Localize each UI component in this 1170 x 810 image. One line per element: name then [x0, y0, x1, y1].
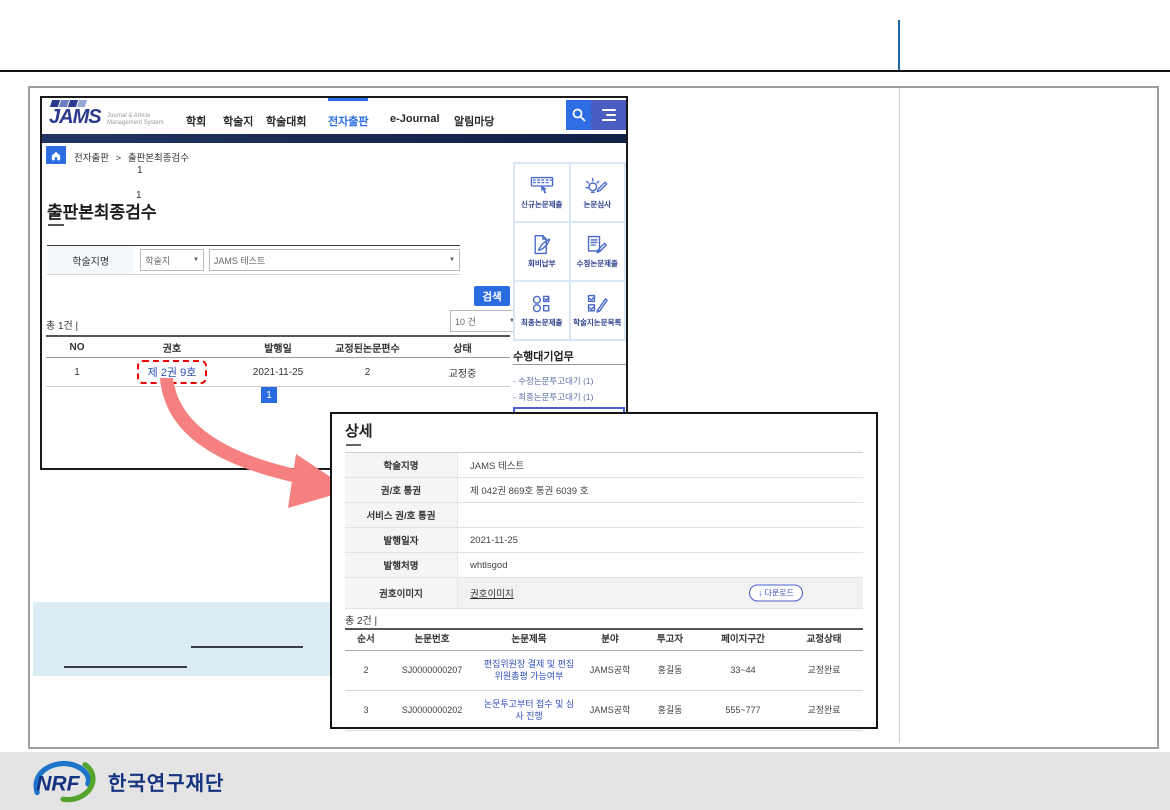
paper-feather-icon [530, 234, 554, 256]
task-final-waiting[interactable]: - 최종논문투고대기 (1) [513, 391, 594, 403]
quick-menu-revised-submission[interactable]: 수정논문제출 [571, 223, 625, 280]
article-title-link[interactable]: 편집위원장 결제 및 편집위원총평 가능여부 [477, 659, 581, 682]
hamburger-icon [602, 109, 616, 111]
col-field: 분야 [581, 634, 639, 646]
breadcrumb-page: 출판본최종검수 [128, 153, 189, 164]
issue-image-link[interactable]: 권호이미지 [470, 586, 514, 600]
articles-header-row: 순서 논문번호 논문제목 분야 투고자 페이지구간 교정상태 [345, 628, 863, 651]
note-box [33, 602, 333, 676]
quick-menu-membership-fee[interactable]: 회비납부 [515, 223, 569, 280]
breadcrumb-section[interactable]: 전자출판 [74, 153, 109, 164]
quick-menu-final-submission[interactable]: 최종논문제출 [515, 282, 569, 339]
search-icon [571, 107, 587, 123]
col-article-no: 논문번호 [387, 634, 477, 646]
header-navy-strip [42, 134, 626, 143]
journal-type-select[interactable]: 학술지 ▼ [140, 249, 204, 271]
detail-row: 서비스 권/호 통권 [345, 503, 863, 528]
detail-row: 학술지명JAMS 테스트 [345, 453, 863, 478]
article-title-link[interactable]: 논문투고부터 접수 및 심사 진행 [477, 699, 581, 722]
chevron-down-icon: ▼ [193, 257, 199, 263]
col-corrected-count: 교정된논문편수 [320, 340, 415, 355]
popup-title-underline [346, 444, 361, 446]
page-title-underline [48, 224, 64, 226]
detail-row: 발행처명whtlsgod [345, 553, 863, 578]
detail-table: 학술지명JAMS 테스트 권/호 통권제 042권 869호 통권 6039 호… [345, 452, 863, 609]
search-button[interactable] [566, 100, 591, 130]
cell-pubdate: 2021-11-25 [236, 367, 320, 378]
document-pencil-icon [585, 234, 609, 256]
detail-row-image: 권호이미지 권호이미지 ↓ 다운로드 [345, 578, 863, 609]
column-divider [899, 88, 900, 743]
hamburger-menu-button[interactable] [591, 100, 626, 130]
articles-table: 순서 논문번호 논문제목 분야 투고자 페이지구간 교정상태 2 SJ00000… [345, 628, 863, 731]
pagination-page-1[interactable]: 1 [261, 387, 277, 403]
note-underline-1 [191, 646, 303, 648]
cell-corrected-count: 2 [320, 367, 415, 378]
jams-logo[interactable]: JAMS Journal & Article Management System [49, 100, 169, 132]
journal-name-label: 학술지명 [47, 246, 134, 274]
pending-tasks-title: 수행대기업무 [513, 348, 574, 364]
col-order: 순서 [345, 634, 387, 646]
faces-checkbox-icon [530, 293, 554, 315]
search-form: 학술지명 학술지 ▼ JAMS 테스트 ▼ [47, 245, 460, 275]
col-article-title: 논문제목 [477, 634, 581, 646]
org-name: 한국연구재단 [108, 767, 224, 796]
journal-select[interactable]: JAMS 테스트 ▼ [209, 249, 460, 271]
col-no: NO [46, 342, 108, 353]
quick-menu-panel: 신규논문제출 논문심사 회비납부 수정논문제출 [513, 162, 626, 341]
footer-bar: NRF 한국연구재단 [0, 752, 1170, 810]
jams-header: JAMS Journal & Article Management System… [42, 98, 626, 134]
detail-row: 권/호 통권제 042권 869호 통권 6039 호 [345, 478, 863, 503]
breadcrumb: 전자출판 > 출판본최종검수 [74, 150, 193, 164]
col-correction-status: 교정상태 [785, 634, 863, 646]
col-status: 상태 [415, 340, 510, 355]
home-icon [50, 150, 62, 161]
col-issue: 권호 [108, 340, 236, 355]
jams-logo-text: JAMS [49, 106, 101, 129]
column-divider-top-line [898, 20, 900, 70]
quick-menu-journal-article-list[interactable]: 학술지논문목록 [571, 282, 625, 339]
checklist-pencil-icon [585, 293, 609, 315]
table-header-row: NO 권호 발행일 교정된논문편수 상태 [46, 335, 510, 358]
keyboard-hand-icon [530, 175, 554, 197]
top-horizontal-rule [0, 70, 1170, 72]
quick-menu-review[interactable]: 논문심사 [571, 164, 625, 221]
annotation-mark-1: 1 [137, 165, 143, 176]
cell-status: 교정중 [415, 365, 510, 380]
task-revised-waiting[interactable]: - 수정논문투고대기 (1) [513, 375, 594, 387]
article-row: 2 SJ0000000207 편집위원장 결제 및 편집위원총평 가능여부 JA… [345, 651, 863, 691]
chevron-down-icon: ▼ [449, 257, 455, 263]
cell-no: 1 [46, 367, 108, 378]
nrf-logo: NRF 한국연구재단 [28, 758, 224, 804]
popup-title: 상세 [345, 420, 373, 441]
download-button[interactable]: ↓ 다운로드 [749, 585, 803, 602]
issue-list-table: NO 권호 발행일 교정된논문편수 상태 1 제 2권 9호 2021-11-2… [46, 335, 510, 387]
home-button[interactable] [46, 146, 66, 164]
jams-logo-tagline: Journal & Article Management System [107, 113, 177, 127]
note-underline-2 [64, 666, 187, 668]
col-page-range: 페이지구간 [701, 634, 785, 646]
result-count: 총 1건 | [46, 317, 78, 332]
search-submit-button[interactable]: 검색 [474, 286, 510, 306]
quick-menu-new-submission[interactable]: 신규논문제출 [515, 164, 569, 221]
table-row: 1 제 2권 9호 2021-11-25 2 교정중 [46, 358, 510, 387]
nrf-swoosh-icon: NRF [28, 758, 100, 804]
article-row: 3 SJ0000000202 논문투고부터 접수 및 심사 진행 JAMS공학 … [345, 691, 863, 731]
bulb-pencil-icon [585, 175, 609, 197]
detail-row: 발행일자2021-11-25 [345, 528, 863, 553]
col-submitter: 투고자 [639, 634, 701, 646]
page-title: 출판본최종검수 [47, 198, 156, 223]
detail-popup: 상세 학술지명JAMS 테스트 권/호 통권제 042권 869호 통권 603… [330, 412, 878, 729]
breadcrumb-separator: > [116, 153, 122, 164]
page-size-select[interactable]: 10 건 ▼ [450, 310, 520, 332]
article-count: 총 2건 | [345, 612, 377, 627]
pending-tasks-divider [513, 364, 626, 365]
issue-link-highlighted[interactable]: 제 2권 9호 [137, 360, 208, 384]
col-pubdate: 발행일 [236, 340, 320, 355]
svg-text:NRF: NRF [36, 773, 80, 796]
